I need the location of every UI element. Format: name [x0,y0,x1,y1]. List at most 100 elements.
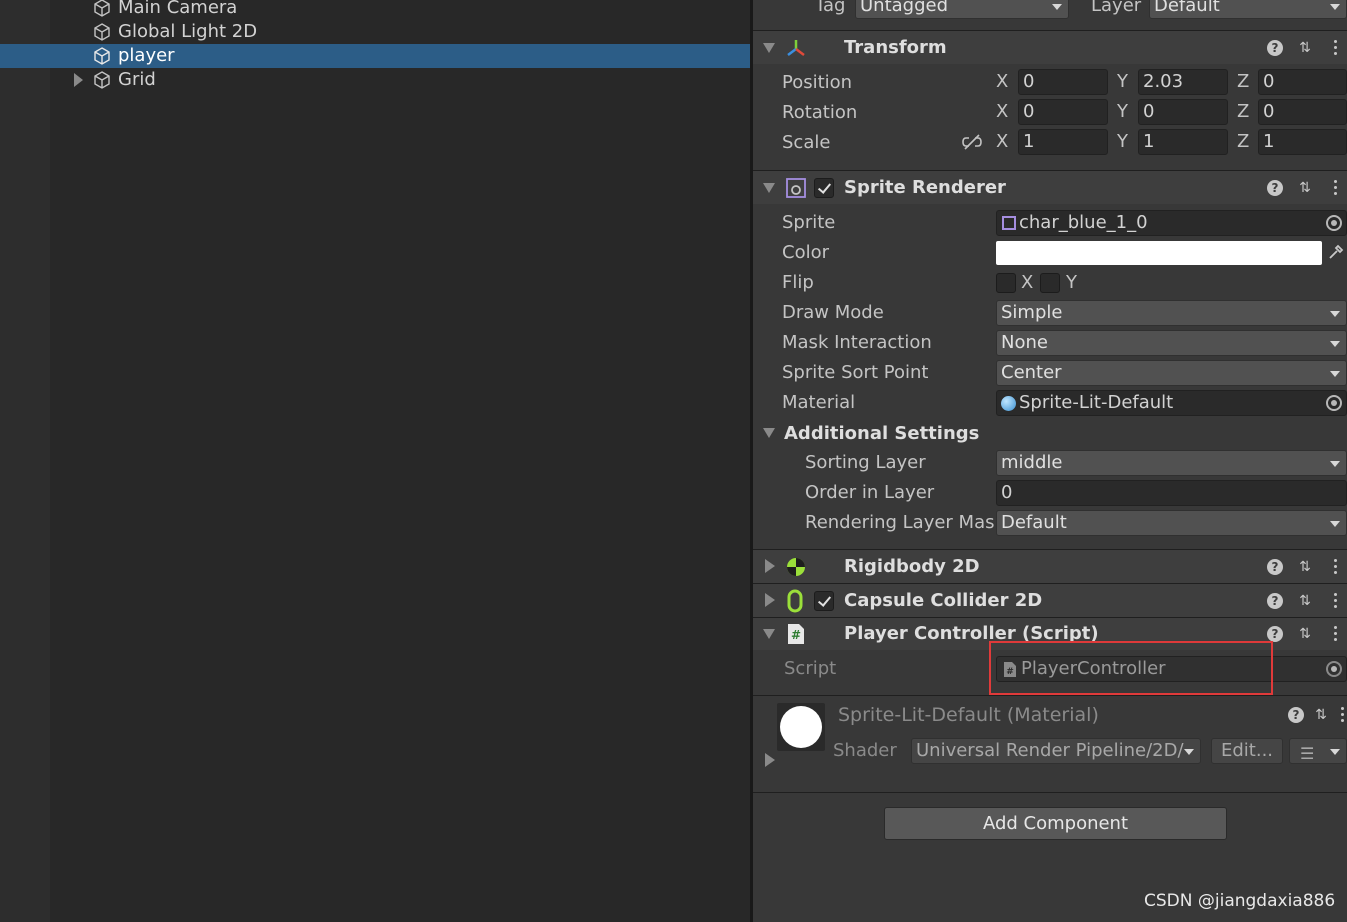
presets-sliders-icon[interactable]: ⇅ [1296,625,1314,643]
flip-y-checkbox[interactable] [1040,273,1060,293]
scale-y-field[interactable]: 1 [1138,129,1228,155]
help-icon[interactable]: ? [1267,180,1283,196]
color-swatch[interactable] [996,241,1322,265]
presets-sliders-icon[interactable]: ⇅ [1296,39,1314,57]
presets-sliders-icon[interactable]: ⇅ [1312,706,1330,724]
rendering-layer-mask-dropdown[interactable]: Default [996,510,1347,536]
chevron-down-icon [1330,461,1340,467]
gameobject-cube-icon [94,47,110,65]
mask-interaction-dropdown[interactable]: None [996,330,1347,356]
rigidbody-2d-title: Rigidbody 2D [844,556,980,577]
sprite-value: char_blue_1_0 [1019,212,1148,233]
fold-arrow-icon[interactable] [765,593,775,607]
axis-y-label: Y [1117,131,1128,152]
hierarchy-item-player[interactable]: player [0,44,750,68]
scale-x-field[interactable]: 1 [1018,129,1108,155]
fold-arrow-icon[interactable] [763,629,775,639]
kebab-menu-icon[interactable] [1334,593,1338,609]
layer-label: Layer [1091,0,1142,16]
help-icon[interactable]: ? [1267,593,1283,609]
capsule-collider-icon [787,589,803,613]
draw-mode-dropdown[interactable]: Simple [996,300,1347,326]
sprite-renderer-enabled-checkbox[interactable] [814,178,834,198]
help-icon[interactable]: ? [1267,626,1283,642]
additional-settings-label[interactable]: Additional Settings [784,422,979,446]
presets-sliders-icon[interactable]: ⇅ [1296,179,1314,197]
layer-dropdown[interactable]: Default [1149,0,1347,19]
chevron-down-icon [1330,311,1340,317]
presets-sliders-icon[interactable]: ⇅ [1296,592,1314,610]
transform-header[interactable]: Transform ? ⇅ [753,30,1347,64]
kebab-menu-icon[interactable] [1334,559,1338,575]
axis-z-label: Z [1237,131,1250,152]
inspector-panel: Tag Untagged Layer Default Transform ? ⇅… [753,0,1347,922]
hierarchy-item-label: Main Camera [118,0,238,18]
rotation-x-field[interactable]: 0 [1018,99,1108,125]
material-fold-arrow-icon[interactable] [765,753,775,767]
fold-arrow-icon[interactable] [763,183,775,193]
kebab-menu-icon[interactable] [1341,707,1345,723]
kebab-menu-icon[interactable] [1334,180,1338,196]
position-x-field[interactable]: 0 [1018,69,1108,95]
expand-arrow-icon[interactable] [74,73,83,87]
position-z-field[interactable]: 0 [1258,69,1347,95]
shader-edit-button[interactable]: Edit... [1211,738,1283,764]
additional-settings-fold-icon[interactable] [763,428,775,438]
axis-x-label: X [996,71,1009,92]
layer-value: Default [1154,0,1220,16]
sprite-object-field[interactable]: char_blue_1_0 [996,210,1347,236]
sprite-sort-point-dropdown[interactable]: Center [996,360,1347,386]
scale-label: Scale [782,132,831,153]
hierarchy-panel: Main Camera Global Light 2D player Grid [0,0,750,922]
rotation-y-field[interactable]: 0 [1138,99,1228,125]
material-preview-sphere [780,706,822,748]
add-component-button[interactable]: Add Component [884,807,1227,840]
help-icon[interactable]: ? [1288,707,1304,723]
sprite-sort-point-label: Sprite Sort Point [782,362,929,383]
object-picker-icon[interactable] [1326,215,1342,231]
sprite-label: Sprite [782,212,836,233]
fold-arrow-icon[interactable] [765,559,775,573]
material-label: Material [782,392,856,413]
sprite-renderer-icon [786,178,806,198]
scale-z-field[interactable]: 1 [1258,129,1347,155]
axis-y-label: Y [1117,101,1128,122]
kebab-menu-icon[interactable] [1334,40,1338,56]
rigidbody-2d-header[interactable]: Rigidbody 2D ? ⇅ [753,549,1347,583]
shader-dropdown[interactable]: Universal Render Pipeline/2D/ [911,738,1201,764]
rigidbody-icon [787,558,805,576]
kebab-menu-icon[interactable] [1334,626,1338,642]
presets-sliders-icon[interactable]: ⇅ [1296,558,1314,576]
chevron-down-icon [1330,371,1340,377]
order-in-layer-field[interactable]: 0 [996,480,1347,506]
chevron-down-icon [1330,749,1340,755]
object-picker-icon[interactable] [1326,395,1342,411]
help-icon[interactable]: ? [1267,559,1283,575]
material-title: Sprite-Lit-Default (Material) [838,704,1099,726]
list-icon: ☰ [1300,744,1315,763]
hierarchy-item-grid[interactable]: Grid [0,68,750,92]
sorting-layer-dropdown[interactable]: middle [996,450,1347,476]
eyedropper-icon[interactable] [1327,243,1345,261]
hierarchy-item-global-light-2d[interactable]: Global Light 2D [0,20,750,44]
shader-options-dropdown[interactable]: ☰ [1289,738,1347,764]
material-object-field[interactable]: Sprite-Lit-Default [996,390,1347,416]
hierarchy-item-label: Global Light 2D [118,21,258,42]
capsule-collider-enabled-checkbox[interactable] [814,591,834,611]
fold-arrow-icon[interactable] [763,43,775,53]
hierarchy-item-main-camera[interactable]: Main Camera [0,0,750,20]
capsule-collider-2d-header[interactable]: Capsule Collider 2D ? ⇅ [753,583,1347,617]
chevron-down-icon [1330,4,1340,10]
mask-interaction-label: Mask Interaction [782,332,932,353]
flip-x-checkbox[interactable] [996,273,1016,293]
csharp-script-icon: # [788,624,804,644]
position-y-field[interactable]: 2.03 [1138,69,1228,95]
material-value: Sprite-Lit-Default [1019,392,1174,413]
watermark: CSDN @jiangdaxia886 [1144,891,1336,911]
tag-dropdown[interactable]: Untagged [855,0,1069,19]
sprite-renderer-header[interactable]: Sprite Renderer ? ⇅ [753,170,1347,204]
help-icon[interactable]: ? [1267,40,1283,56]
constrain-proportions-icon[interactable] [961,133,983,151]
chevron-down-icon [1330,341,1340,347]
rotation-z-field[interactable]: 0 [1258,99,1347,125]
